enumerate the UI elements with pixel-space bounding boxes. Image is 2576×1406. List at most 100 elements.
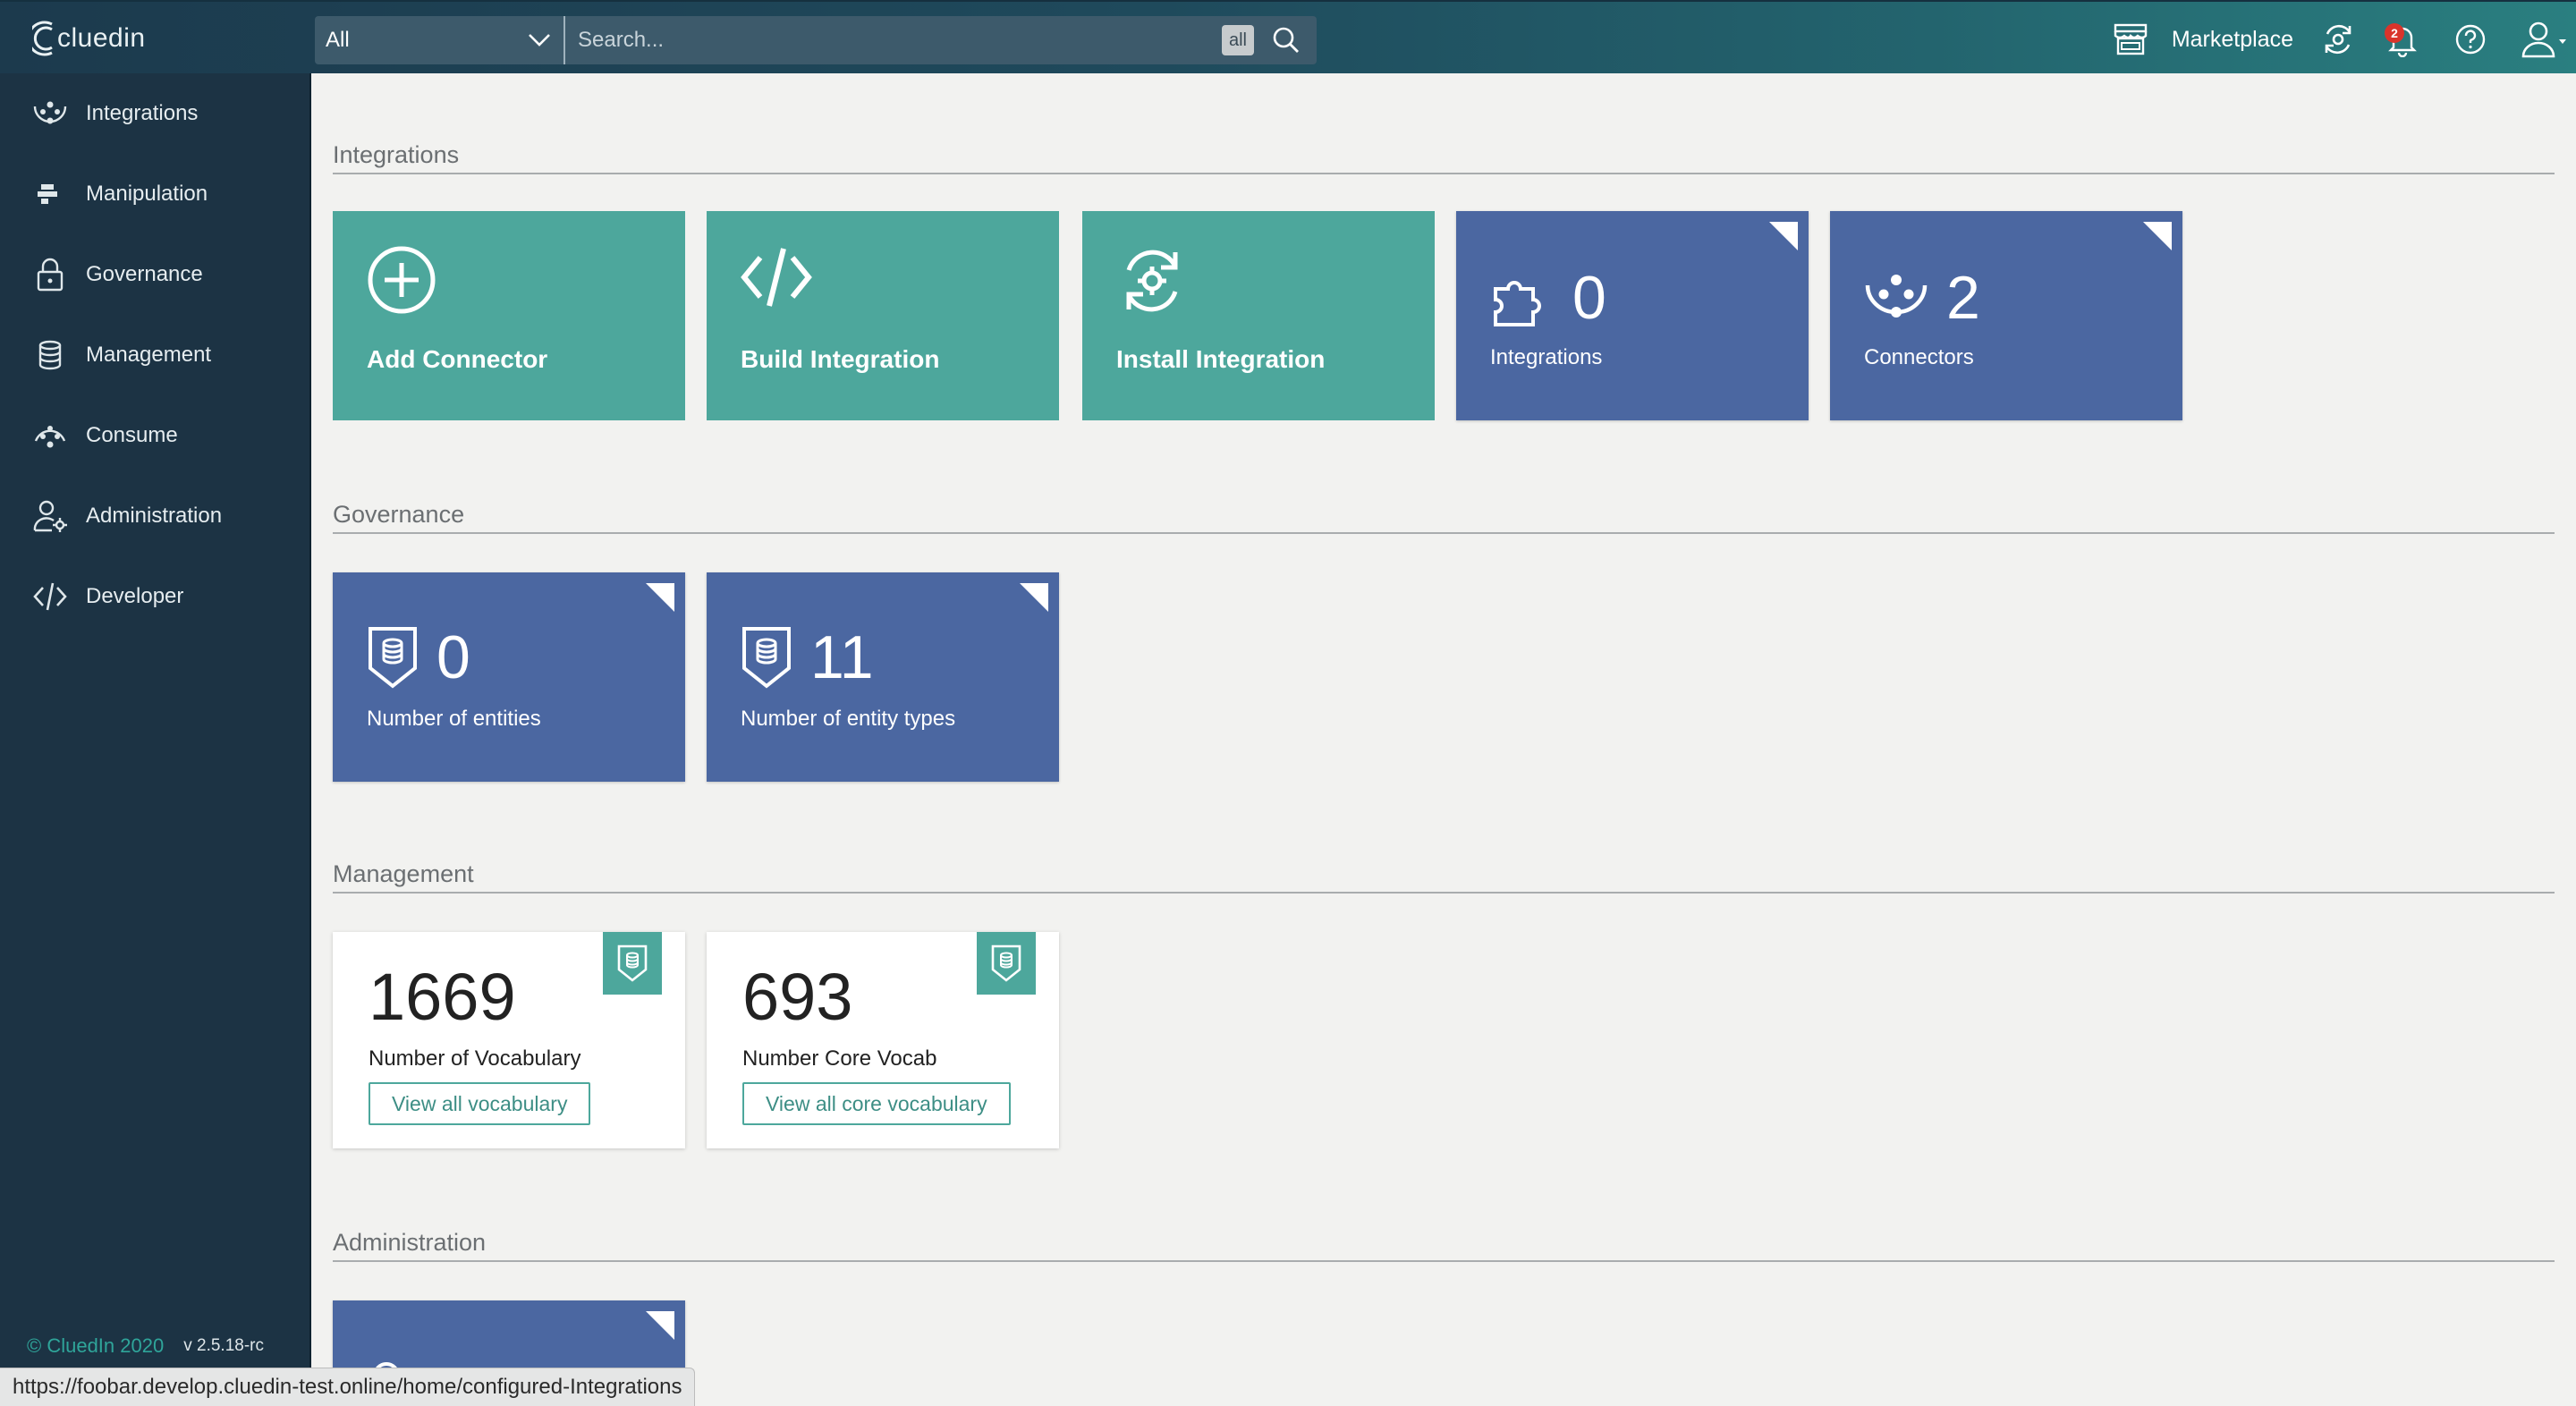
integrations-count-tile[interactable]: 0 Integrations [1456,211,1809,420]
vocabulary-card: 1669 Number of Vocabulary View all vocab… [333,932,685,1148]
stat-label: Number of entities [367,707,541,731]
lock-icon [32,257,68,292]
sidebar-item-label: Developer [86,584,184,608]
sidebar-item-integrations[interactable]: Integrations [0,73,309,154]
stat-label: Connectors [1864,345,1974,369]
consume-icon [32,418,68,453]
help-icon [2455,24,2486,55]
search-scope-value: All [326,28,350,52]
stat-row: 0 [367,623,470,692]
stat-label: Integrations [1490,345,1603,369]
user-menu-button[interactable] [2521,20,2567,59]
notification-count-badge: 2 [2385,23,2404,43]
copyright-text: © CluedIn 2020 [27,1334,165,1357]
shield-database-icon [991,944,1021,982]
integrations-icon [32,96,68,131]
sidebar-item-administration[interactable]: Administration [0,476,309,556]
core-vocab-label: Number Core Vocab [742,1046,937,1071]
search-input[interactable] [565,15,1222,65]
search-button[interactable] [1268,22,1304,58]
manipulation-icon [32,176,68,212]
shield-database-icon [742,627,791,689]
settings-sync-button[interactable] [2320,21,2356,57]
chevron-down-icon [529,34,550,47]
shield-database-icon [369,627,417,689]
view-all-vocabulary-button[interactable]: View all vocabulary [369,1082,591,1125]
search-icon [1273,27,1299,53]
corner-marker [1020,583,1048,612]
cluedin-logo[interactable]: cluedin [32,14,146,63]
notifications-button[interactable]: 2 [2385,21,2420,57]
stat-value: 0 [436,623,470,691]
user-gear-icon [32,498,68,534]
global-search: All all [315,15,1317,65]
vocabulary-badge [603,932,662,995]
core-vocab-count: 693 [742,960,853,1034]
entities-count-tile[interactable]: 0 Number of entities [333,572,685,782]
core-vocab-badge [977,932,1036,995]
sidebar-item-management[interactable]: Management [0,315,309,395]
connectors-count-tile[interactable]: 2 Connectors [1830,211,2182,420]
stat-row: 0 [1490,263,1606,333]
gear-refresh-icon [2325,24,2351,55]
sidebar-item-label: Consume [86,423,178,447]
top-bar: cluedin All all Marketplace [0,0,2576,73]
sidebar-item-label: Manipulation [86,182,208,206]
install-integration-tile[interactable]: Install Integration [1082,211,1435,420]
link-preview-status: https://foobar.develop.cluedin-test.onli… [0,1368,696,1406]
help-button[interactable] [2454,23,2487,55]
cluedin-logo-icon [32,21,53,56]
database-icon [32,337,68,373]
sidebar-item-developer[interactable]: Developer [0,556,309,637]
stat-row: 11 [741,623,874,692]
code-icon [32,579,68,614]
sidebar-item-label: Administration [86,504,223,528]
section-title-governance: Governance [333,501,2555,534]
connectors-icon [1865,275,1928,318]
add-connector-tile[interactable]: Add Connector [333,211,685,420]
view-all-core-vocabulary-button[interactable]: View all core vocabulary [742,1082,1011,1125]
puzzle-icon [1494,281,1541,326]
section-title-integrations: Integrations [333,141,2555,174]
search-scope-badge[interactable]: all [1222,25,1254,55]
store-icon [2114,23,2148,55]
search-scope-select[interactable]: All [315,16,565,64]
top-right-actions: Marketplace 2 [2113,13,2576,66]
sidebar-footer: © CluedIn 2020 v 2.5.18-rc [27,1334,264,1358]
build-integration-tile[interactable]: Build Integration [707,211,1059,420]
main-content: Integrations Add Connector Build Integra… [311,73,2576,1406]
gear-refresh-icon [1126,250,1178,312]
corner-marker [646,1311,674,1340]
stat-label: Number of entity types [741,707,956,731]
user-icon [2521,21,2566,58]
stat-value: 0 [1572,264,1606,332]
marketplace-button[interactable] [2113,21,2148,57]
stat-value: 11 [810,623,874,691]
corner-marker [646,583,674,612]
tile-label: Add Connector [367,345,548,373]
sidebar-item-consume[interactable]: Consume [0,395,309,476]
corner-marker [1769,222,1798,250]
tile-label: Install Integration [1116,345,1326,373]
sidebar-item-governance[interactable]: Governance [0,234,309,315]
marketplace-label[interactable]: Marketplace [2172,27,2293,53]
sidebar-item-label: Integrations [86,101,199,125]
sidebar-item-manipulation[interactable]: Manipulation [0,154,309,234]
sidebar: Integrations Manipulation Governance Man… [0,73,311,1406]
core-vocab-card: 693 Number Core Vocab View all core voca… [707,932,1059,1148]
vocabulary-count: 1669 [369,960,516,1034]
version-text: v 2.5.18-rc [183,1336,264,1355]
section-title-management: Management [333,860,2555,894]
plus-circle-icon [368,246,436,314]
section-title-administration: Administration [333,1229,2555,1262]
tile-label: Build Integration [741,345,940,373]
stat-value: 2 [1946,264,1980,332]
app-name: cluedin [57,23,146,53]
stat-row: 2 [1864,263,1980,333]
code-icon [741,248,812,307]
vocabulary-label: Number of Vocabulary [369,1046,581,1071]
sidebar-item-label: Governance [86,262,203,286]
corner-marker [2143,222,2172,250]
shield-database-icon [617,944,648,982]
entity-types-count-tile[interactable]: 11 Number of entity types [707,572,1059,782]
